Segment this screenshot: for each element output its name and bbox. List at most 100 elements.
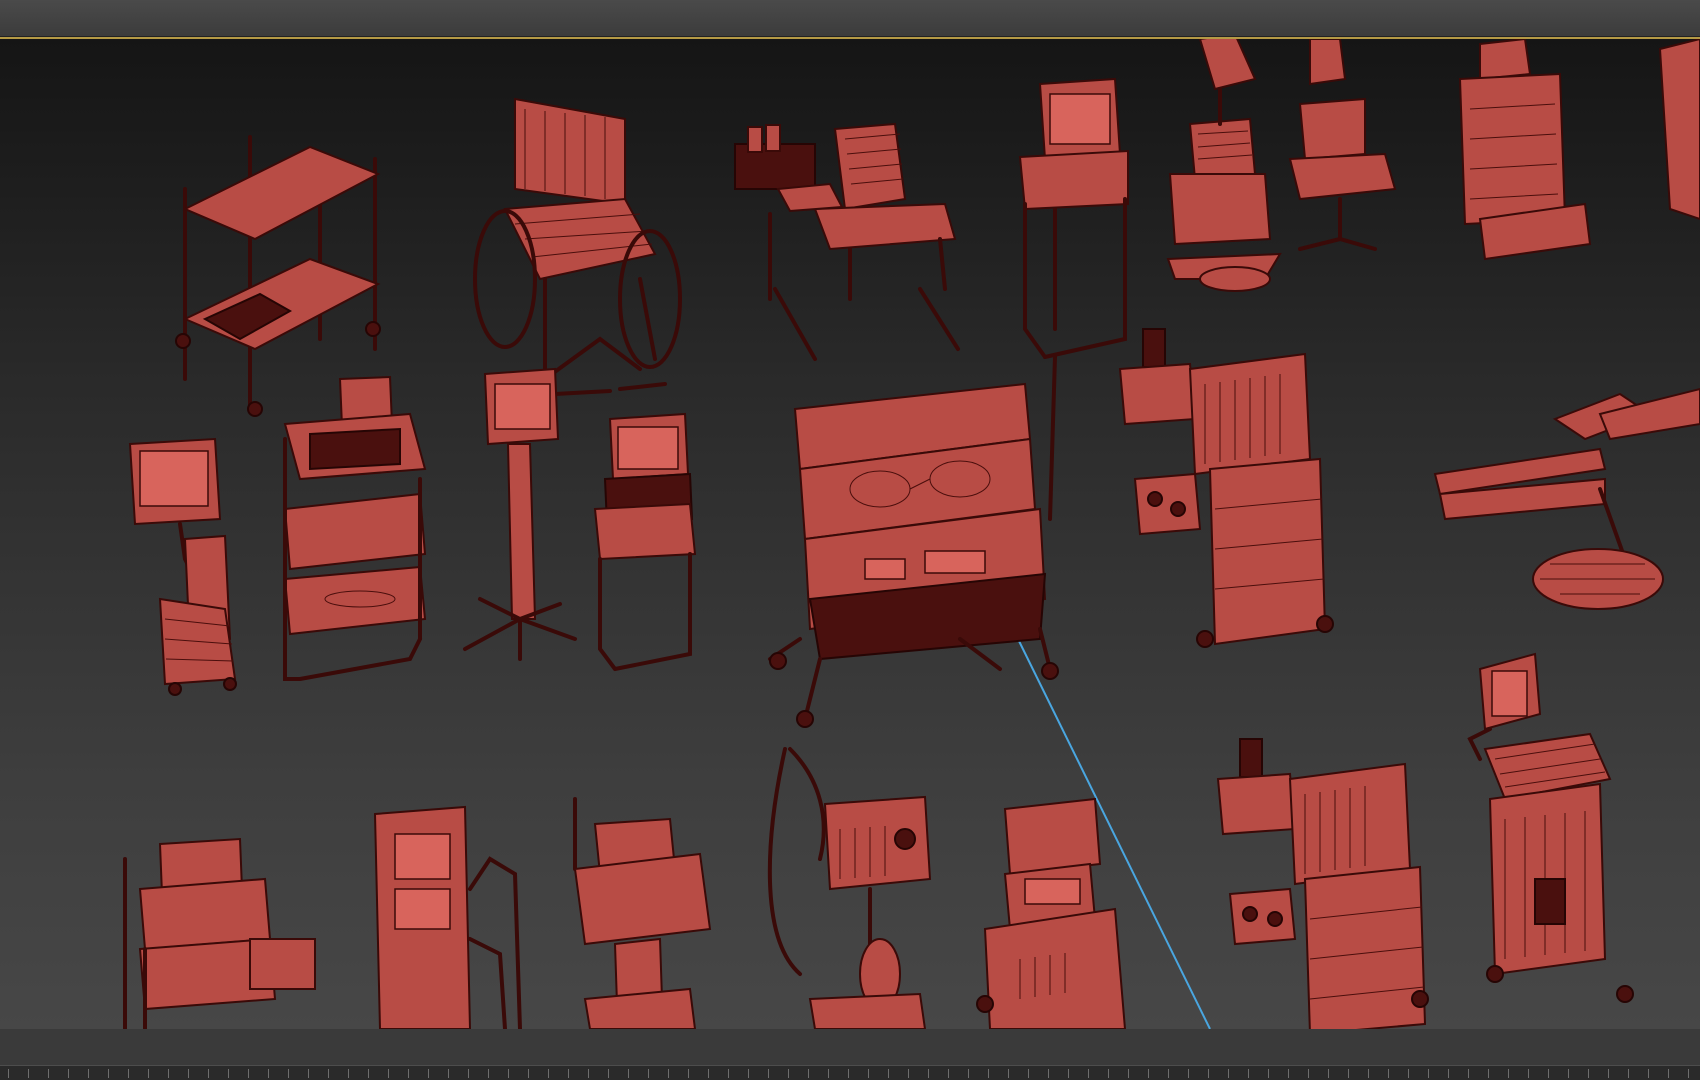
timeline-tick [608, 1069, 609, 1078]
timeline-tick [408, 1069, 409, 1078]
stacked-equipment-cart[interactable] [123, 837, 316, 1029]
iv-armchair[interactable] [734, 122, 960, 361]
timeline-tick [48, 1069, 49, 1078]
timeline-tick [108, 1069, 109, 1078]
timeline-tick [848, 1069, 849, 1078]
timeline-tick [668, 1069, 669, 1078]
timeline-tick [888, 1069, 889, 1078]
timeline-tick [268, 1069, 269, 1078]
ultrasound-station[interactable] [1467, 652, 1634, 1003]
timeline-ruler[interactable] [0, 1065, 1700, 1080]
timeline-tick [1308, 1069, 1309, 1078]
timeline-tick [648, 1069, 649, 1078]
viewport-footer-bar [0, 1029, 1700, 1080]
timeline-tick [528, 1069, 529, 1078]
timeline-tick [1368, 1069, 1369, 1078]
timeline-tick [8, 1069, 9, 1078]
timeline-tick [1288, 1069, 1289, 1078]
compact-monitor-cart[interactable] [593, 412, 697, 671]
infant-incubator[interactable] [768, 382, 1059, 728]
timeline-tick [568, 1069, 569, 1078]
timeline-tick [1128, 1069, 1129, 1078]
timeline-tick [1028, 1069, 1029, 1078]
timeline-tick [948, 1069, 949, 1078]
timeline-tick [508, 1069, 509, 1078]
timeline-tick [1688, 1069, 1689, 1078]
timeline-tick [708, 1069, 709, 1078]
timeline-tick [368, 1069, 369, 1078]
timeline-tick [1188, 1069, 1189, 1078]
timeline-tick [28, 1069, 29, 1078]
timeline-tick [1088, 1069, 1089, 1078]
endoscopy-tower[interactable] [283, 375, 427, 681]
timeline-tick [1348, 1069, 1349, 1078]
timeline-tick [828, 1069, 829, 1078]
timeline-tick [1408, 1069, 1409, 1078]
timeline-tick [1048, 1069, 1049, 1078]
monitor-trolley[interactable] [1458, 39, 1700, 261]
timeline-tick [208, 1069, 209, 1078]
timeline-tick [68, 1069, 69, 1078]
timeline-tick [1248, 1069, 1249, 1078]
timeline-tick [548, 1069, 549, 1078]
timeline-tick [328, 1069, 329, 1078]
timeline-tick [88, 1069, 89, 1078]
timeline-tick [868, 1069, 869, 1078]
timeline-tick [148, 1069, 149, 1078]
timeline-tick [768, 1069, 769, 1078]
timeline-tick [1548, 1069, 1549, 1078]
timeline-tick [1328, 1069, 1329, 1078]
timeline-tick [1668, 1069, 1669, 1078]
timeline-tick [308, 1069, 309, 1078]
timeline-tick [1528, 1069, 1529, 1078]
timeline-tick [388, 1069, 389, 1078]
scene-canvas[interactable] [0, 39, 1700, 1029]
timeline-tick [1628, 1069, 1629, 1078]
timeline-tick [988, 1069, 989, 1078]
timeline-tick [1168, 1069, 1169, 1078]
ultrasound-console[interactable] [976, 797, 1127, 1029]
timeline-tick [1428, 1069, 1429, 1078]
timeline-tick [288, 1069, 289, 1078]
patient-monitor-on-stand[interactable] [128, 437, 237, 696]
timeline-tick [168, 1069, 169, 1078]
timeline-tick [928, 1069, 929, 1078]
timeline-tick [1568, 1069, 1569, 1078]
timeline-tick [1588, 1069, 1589, 1078]
timeline-tick [808, 1069, 809, 1078]
timeline-tick [1148, 1069, 1149, 1078]
ventilator[interactable] [767, 747, 932, 1029]
anesthesia-machine[interactable] [1118, 328, 1334, 648]
instrument-cart[interactable] [175, 135, 381, 417]
timeline-tick [748, 1069, 749, 1078]
surgical-light-arm-top[interactable] [1166, 39, 1397, 292]
small-device-cart[interactable] [573, 797, 712, 1029]
timeline-tick [1388, 1069, 1389, 1078]
timeline-tick [788, 1069, 789, 1078]
timeline-tick [128, 1069, 129, 1078]
timeline-tick [448, 1069, 449, 1078]
timeline-tick [1648, 1069, 1649, 1078]
timeline-tick [468, 1069, 469, 1078]
timeline-tick [1448, 1069, 1449, 1078]
timeline-tick [1208, 1069, 1209, 1078]
timeline-tick [1108, 1069, 1109, 1078]
timeline-tick [228, 1069, 229, 1078]
monitor-stand-tall[interactable] [1018, 77, 1129, 521]
gas-column[interactable] [373, 805, 522, 1029]
timeline-tick [1468, 1069, 1469, 1078]
anesthesia-machine-2[interactable] [1216, 738, 1429, 1029]
timeline-tick [1068, 1069, 1069, 1078]
3d-viewport[interactable] [0, 37, 1700, 1031]
viewport-header-bar [0, 0, 1700, 37]
timeline-tick [1508, 1069, 1509, 1078]
wheelchair[interactable] [473, 97, 682, 396]
timeline-tick [908, 1069, 909, 1078]
timeline-tick [688, 1069, 689, 1078]
timeline-tick [968, 1069, 969, 1078]
timeline-tick [348, 1069, 349, 1078]
timeline-tick [728, 1069, 729, 1078]
iv-pole-monitor[interactable] [463, 367, 577, 661]
timeline-tick [1008, 1069, 1009, 1078]
surgical-lamp-arm[interactable] [1433, 387, 1700, 610]
